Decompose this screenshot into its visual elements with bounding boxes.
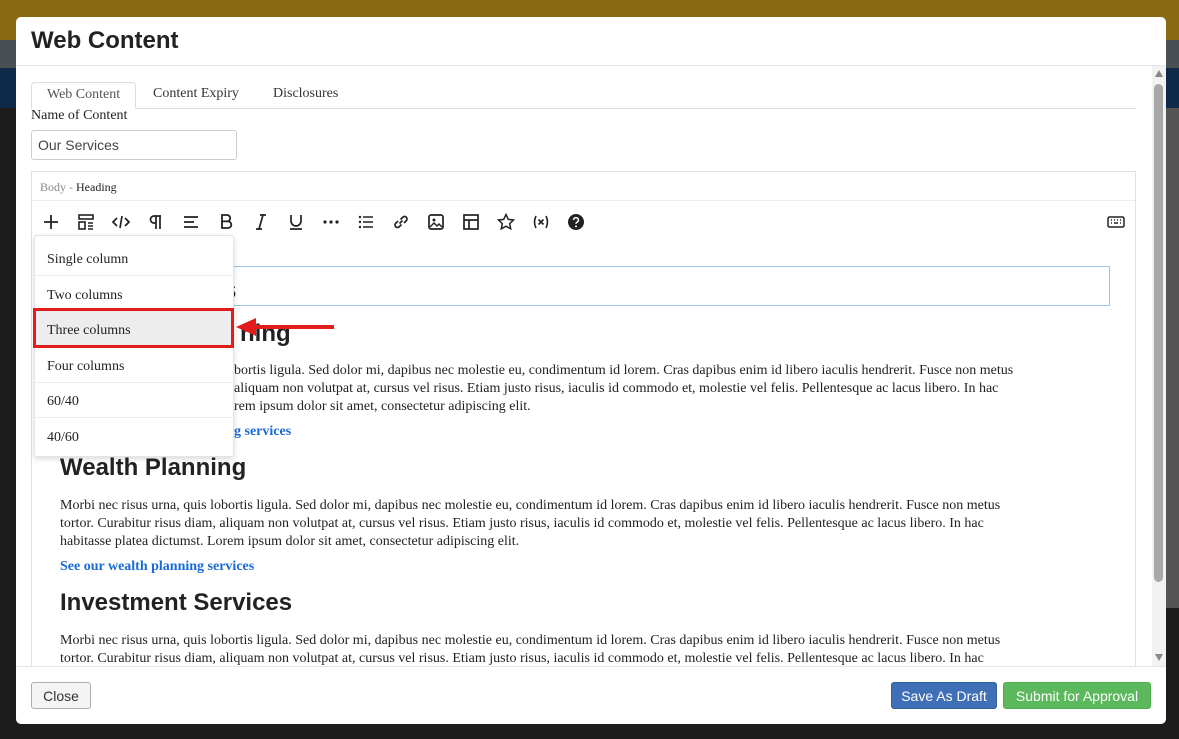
- paragraph-line: bortis ligula. Sed dolor mi, dapibus nec…: [234, 363, 1014, 378]
- scroll-up-arrow-icon[interactable]: [1155, 70, 1163, 77]
- section-link-1[interactable]: g services: [234, 424, 291, 440]
- section-paragraph-1: bortis ligula. Sed dolor mi, dapibus nec…: [234, 362, 1114, 416]
- italic-icon[interactable]: [250, 211, 272, 233]
- help-icon[interactable]: [565, 211, 587, 233]
- modal-footer: Close Save As Draft Submit for Approval: [16, 666, 1166, 724]
- modal-scrollbar[interactable]: [1152, 66, 1166, 666]
- table-icon[interactable]: [460, 211, 482, 233]
- modal-title: Web Content: [31, 27, 179, 54]
- menu-item-four-columns[interactable]: Four columns: [35, 347, 233, 383]
- breadcrumb-heading[interactable]: Heading: [76, 180, 117, 194]
- underline-icon[interactable]: [285, 211, 307, 233]
- breadcrumb-separator: -: [69, 180, 74, 194]
- star-icon[interactable]: [495, 211, 517, 233]
- annotation-arrow-icon: [236, 318, 334, 336]
- code-icon[interactable]: [110, 211, 132, 233]
- tab-bar: Web Content Content Expiry Disclosures: [31, 82, 1136, 109]
- align-icon[interactable]: [180, 211, 202, 233]
- section-paragraph-3: Morbi nec risus urna, quis lobortis ligu…: [60, 632, 1080, 666]
- name-of-content-label: Name of Content: [31, 108, 128, 123]
- tab-content-expiry[interactable]: Content Expiry: [138, 82, 254, 109]
- list-icon[interactable]: [355, 211, 377, 233]
- editor-toolbar: [32, 200, 1135, 240]
- section-heading-2: Wealth Planning: [60, 454, 247, 481]
- menu-item-60-40[interactable]: 60/40: [35, 382, 233, 418]
- breadcrumb-body[interactable]: Body: [40, 180, 66, 194]
- keyboard-icon[interactable]: [1105, 211, 1127, 233]
- wealth-planning-link[interactable]: See our wealth planning services: [60, 559, 254, 575]
- web-content-modal: Web Content Web Content Content Expiry D…: [16, 17, 1166, 724]
- scroll-down-arrow-icon[interactable]: [1155, 654, 1163, 661]
- paragraph-line: aliquam non volutpat at, cursus vel risu…: [234, 381, 999, 396]
- paragraph-line: tortor. Curabitur risus diam, aliquam no…: [60, 651, 984, 666]
- variable-icon[interactable]: [530, 211, 552, 233]
- image-icon[interactable]: [425, 211, 447, 233]
- bold-icon[interactable]: [215, 211, 237, 233]
- paragraph-line: tortor. Curabitur risus diam, aliquam no…: [60, 516, 984, 531]
- paragraph-icon[interactable]: [145, 211, 167, 233]
- paragraph-line: habitasse platea dictumst. Lorem ipsum d…: [60, 534, 520, 549]
- menu-item-single-column[interactable]: Single column: [35, 240, 233, 276]
- submit-for-approval-button[interactable]: Submit for Approval: [1003, 682, 1151, 709]
- save-as-draft-button[interactable]: Save As Draft: [891, 682, 997, 709]
- element-breadcrumb: Body - Heading: [40, 180, 117, 195]
- paragraph-line: Morbi nec risus urna, quis lobortis ligu…: [60, 633, 1001, 648]
- tab-disclosures[interactable]: Disclosures: [258, 82, 353, 109]
- tab-web-content[interactable]: Web Content: [31, 82, 137, 109]
- plus-icon[interactable]: [40, 211, 62, 233]
- annotation-highlight-box: [33, 308, 234, 348]
- scroll-thumb[interactable]: [1154, 84, 1163, 582]
- close-button[interactable]: Close: [31, 682, 91, 709]
- link-icon[interactable]: [390, 211, 412, 233]
- backdrop-side: [1166, 108, 1179, 608]
- menu-item-40-60[interactable]: 40/60: [35, 418, 233, 454]
- modal-header: Web Content: [16, 17, 1166, 66]
- paragraph-line: rem ipsum dolor sit amet, consectetur ad…: [234, 399, 531, 414]
- more-icon[interactable]: [320, 211, 342, 233]
- section-paragraph-2: Morbi nec risus urna, quis lobortis ligu…: [60, 497, 1080, 551]
- name-of-content-input[interactable]: [31, 130, 237, 160]
- menu-item-two-columns[interactable]: Two columns: [35, 276, 233, 312]
- section-heading-3: Investment Services: [60, 589, 293, 616]
- paragraph-line: Morbi nec risus urna, quis lobortis ligu…: [60, 498, 1001, 513]
- layout-icon[interactable]: [75, 211, 97, 233]
